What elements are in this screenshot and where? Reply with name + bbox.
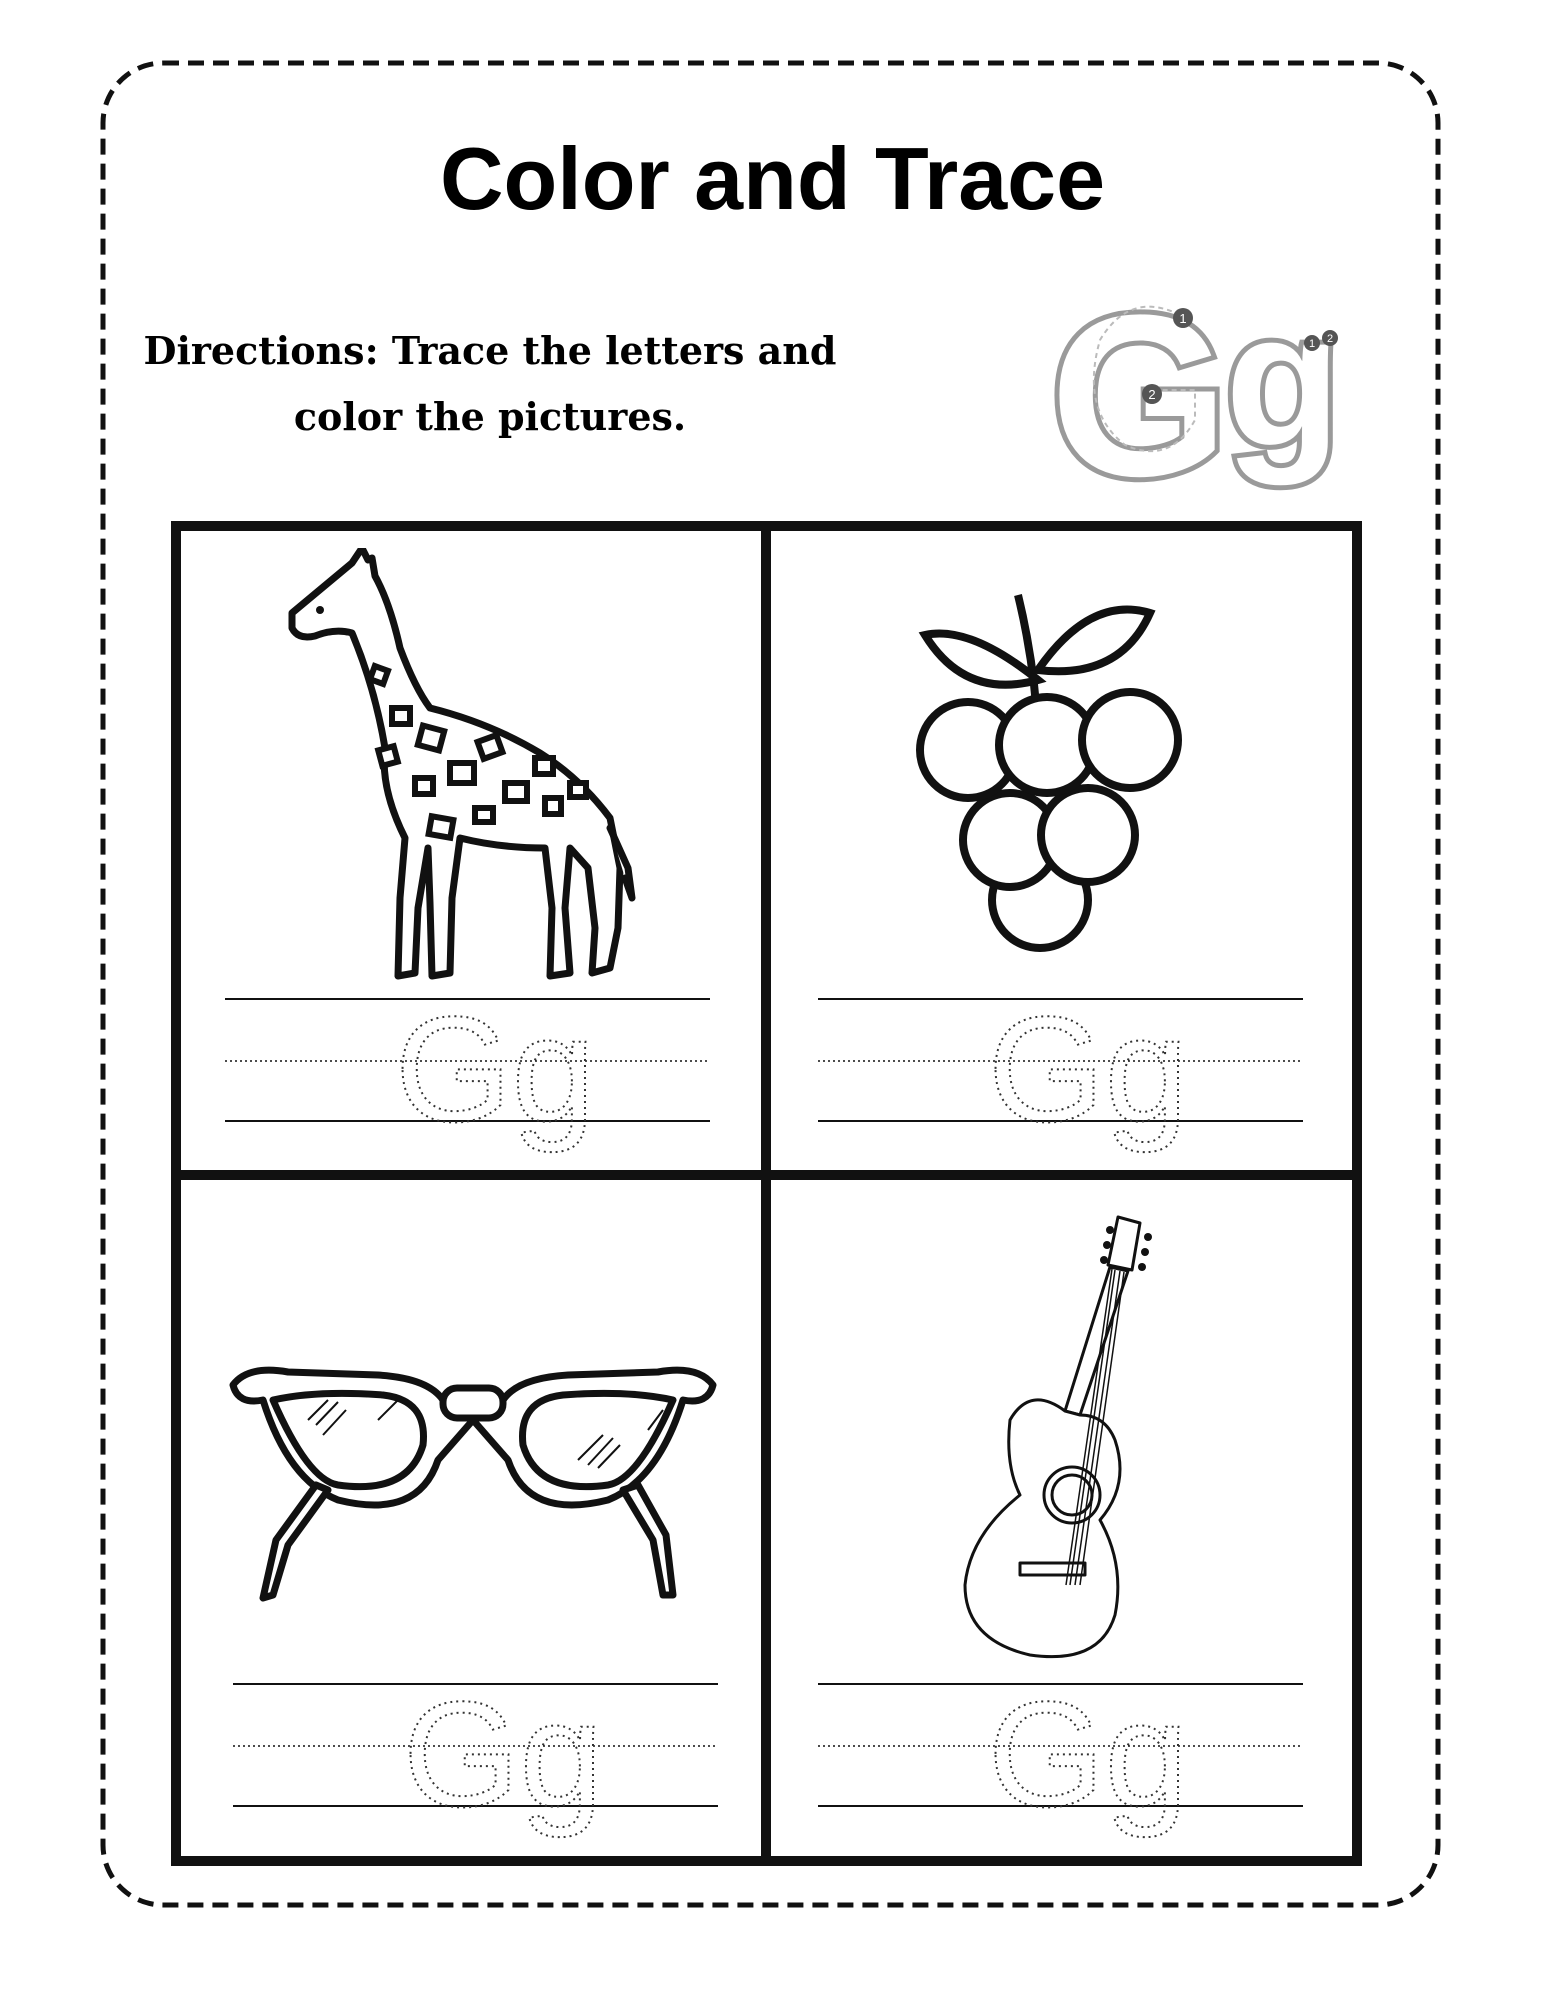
trace-lines-3: Gg: [233, 1678, 718, 1839]
trace-letters-2: Gg: [988, 993, 1188, 1153]
trace-lines-4: Gg: [818, 1678, 1303, 1839]
grapes-icon: [916, 594, 1182, 952]
guitar-icon: [963, 1215, 1152, 1659]
giraffe-icon: [288, 548, 636, 980]
trace-lines-2: Gg: [818, 993, 1303, 1154]
trace-letters-4: Gg: [988, 1678, 1188, 1838]
trace-letters-1: Gg: [395, 993, 595, 1153]
trace-letters-3: Gg: [403, 1678, 603, 1838]
trace-lines-1: Gg: [225, 993, 710, 1154]
glasses-icon: [229, 1366, 717, 1602]
